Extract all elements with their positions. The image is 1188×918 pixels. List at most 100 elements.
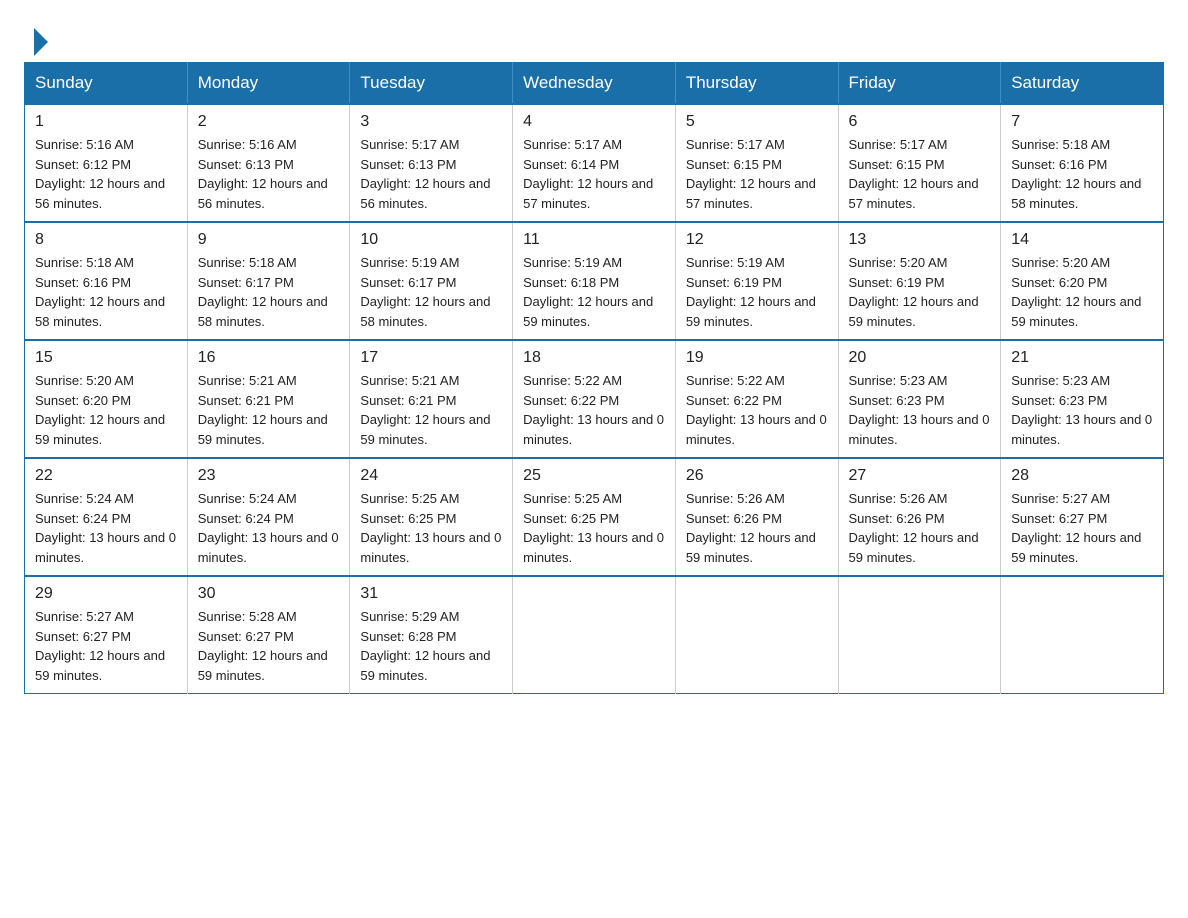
- calendar-cell: 26 Sunrise: 5:26 AM Sunset: 6:26 PM Dayl…: [675, 458, 838, 576]
- calendar-cell: 1 Sunrise: 5:16 AM Sunset: 6:12 PM Dayli…: [25, 104, 188, 222]
- column-header-tuesday: Tuesday: [350, 63, 513, 105]
- week-row-5: 29 Sunrise: 5:27 AM Sunset: 6:27 PM Dayl…: [25, 576, 1164, 694]
- calendar-cell: 21 Sunrise: 5:23 AM Sunset: 6:23 PM Dayl…: [1001, 340, 1164, 458]
- day-number: 31: [360, 585, 502, 603]
- calendar-cell: 20 Sunrise: 5:23 AM Sunset: 6:23 PM Dayl…: [838, 340, 1001, 458]
- calendar-cell: 27 Sunrise: 5:26 AM Sunset: 6:26 PM Dayl…: [838, 458, 1001, 576]
- day-number: 28: [1011, 467, 1153, 485]
- day-info: Sunrise: 5:24 AM Sunset: 6:24 PM Dayligh…: [198, 489, 340, 567]
- week-row-2: 8 Sunrise: 5:18 AM Sunset: 6:16 PM Dayli…: [25, 222, 1164, 340]
- day-info: Sunrise: 5:17 AM Sunset: 6:15 PM Dayligh…: [686, 135, 828, 213]
- calendar-cell: 16 Sunrise: 5:21 AM Sunset: 6:21 PM Dayl…: [187, 340, 350, 458]
- day-info: Sunrise: 5:16 AM Sunset: 6:12 PM Dayligh…: [35, 135, 177, 213]
- day-number: 3: [360, 113, 502, 131]
- calendar-cell: [1001, 576, 1164, 694]
- day-info: Sunrise: 5:29 AM Sunset: 6:28 PM Dayligh…: [360, 607, 502, 685]
- calendar-cell: 23 Sunrise: 5:24 AM Sunset: 6:24 PM Dayl…: [187, 458, 350, 576]
- calendar-cell: 22 Sunrise: 5:24 AM Sunset: 6:24 PM Dayl…: [25, 458, 188, 576]
- calendar-cell: 6 Sunrise: 5:17 AM Sunset: 6:15 PM Dayli…: [838, 104, 1001, 222]
- day-number: 22: [35, 467, 177, 485]
- week-row-1: 1 Sunrise: 5:16 AM Sunset: 6:12 PM Dayli…: [25, 104, 1164, 222]
- column-header-friday: Friday: [838, 63, 1001, 105]
- calendar-table: SundayMondayTuesdayWednesdayThursdayFrid…: [24, 62, 1164, 694]
- day-info: Sunrise: 5:27 AM Sunset: 6:27 PM Dayligh…: [35, 607, 177, 685]
- column-header-thursday: Thursday: [675, 63, 838, 105]
- day-number: 5: [686, 113, 828, 131]
- logo-triangle-icon: [34, 28, 48, 56]
- day-number: 26: [686, 467, 828, 485]
- column-header-sunday: Sunday: [25, 63, 188, 105]
- calendar-header-row: SundayMondayTuesdayWednesdayThursdayFrid…: [25, 63, 1164, 105]
- calendar-cell: 24 Sunrise: 5:25 AM Sunset: 6:25 PM Dayl…: [350, 458, 513, 576]
- page-header: [0, 0, 1188, 62]
- day-number: 27: [849, 467, 991, 485]
- week-row-4: 22 Sunrise: 5:24 AM Sunset: 6:24 PM Dayl…: [25, 458, 1164, 576]
- day-info: Sunrise: 5:18 AM Sunset: 6:17 PM Dayligh…: [198, 253, 340, 331]
- calendar-cell: 2 Sunrise: 5:16 AM Sunset: 6:13 PM Dayli…: [187, 104, 350, 222]
- day-info: Sunrise: 5:28 AM Sunset: 6:27 PM Dayligh…: [198, 607, 340, 685]
- day-info: Sunrise: 5:17 AM Sunset: 6:15 PM Dayligh…: [849, 135, 991, 213]
- day-number: 8: [35, 231, 177, 249]
- calendar-cell: 7 Sunrise: 5:18 AM Sunset: 6:16 PM Dayli…: [1001, 104, 1164, 222]
- logo: [32, 24, 48, 50]
- calendar-cell: 17 Sunrise: 5:21 AM Sunset: 6:21 PM Dayl…: [350, 340, 513, 458]
- column-header-wednesday: Wednesday: [513, 63, 676, 105]
- day-info: Sunrise: 5:19 AM Sunset: 6:19 PM Dayligh…: [686, 253, 828, 331]
- calendar-cell: 3 Sunrise: 5:17 AM Sunset: 6:13 PM Dayli…: [350, 104, 513, 222]
- calendar-cell: 30 Sunrise: 5:28 AM Sunset: 6:27 PM Dayl…: [187, 576, 350, 694]
- day-number: 1: [35, 113, 177, 131]
- day-number: 6: [849, 113, 991, 131]
- day-info: Sunrise: 5:27 AM Sunset: 6:27 PM Dayligh…: [1011, 489, 1153, 567]
- calendar-cell: 4 Sunrise: 5:17 AM Sunset: 6:14 PM Dayli…: [513, 104, 676, 222]
- day-info: Sunrise: 5:17 AM Sunset: 6:14 PM Dayligh…: [523, 135, 665, 213]
- day-number: 10: [360, 231, 502, 249]
- column-header-monday: Monday: [187, 63, 350, 105]
- day-number: 15: [35, 349, 177, 367]
- day-info: Sunrise: 5:25 AM Sunset: 6:25 PM Dayligh…: [360, 489, 502, 567]
- calendar-cell: [675, 576, 838, 694]
- day-number: 2: [198, 113, 340, 131]
- calendar-cell: 28 Sunrise: 5:27 AM Sunset: 6:27 PM Dayl…: [1001, 458, 1164, 576]
- week-row-3: 15 Sunrise: 5:20 AM Sunset: 6:20 PM Dayl…: [25, 340, 1164, 458]
- day-info: Sunrise: 5:19 AM Sunset: 6:18 PM Dayligh…: [523, 253, 665, 331]
- day-info: Sunrise: 5:22 AM Sunset: 6:22 PM Dayligh…: [686, 371, 828, 449]
- day-number: 16: [198, 349, 340, 367]
- day-number: 12: [686, 231, 828, 249]
- calendar-cell: 19 Sunrise: 5:22 AM Sunset: 6:22 PM Dayl…: [675, 340, 838, 458]
- day-info: Sunrise: 5:26 AM Sunset: 6:26 PM Dayligh…: [686, 489, 828, 567]
- day-info: Sunrise: 5:20 AM Sunset: 6:19 PM Dayligh…: [849, 253, 991, 331]
- day-info: Sunrise: 5:18 AM Sunset: 6:16 PM Dayligh…: [35, 253, 177, 331]
- calendar-cell: 14 Sunrise: 5:20 AM Sunset: 6:20 PM Dayl…: [1001, 222, 1164, 340]
- calendar-cell: 18 Sunrise: 5:22 AM Sunset: 6:22 PM Dayl…: [513, 340, 676, 458]
- day-info: Sunrise: 5:20 AM Sunset: 6:20 PM Dayligh…: [35, 371, 177, 449]
- day-number: 4: [523, 113, 665, 131]
- calendar-cell: 12 Sunrise: 5:19 AM Sunset: 6:19 PM Dayl…: [675, 222, 838, 340]
- day-info: Sunrise: 5:25 AM Sunset: 6:25 PM Dayligh…: [523, 489, 665, 567]
- calendar-cell: 11 Sunrise: 5:19 AM Sunset: 6:18 PM Dayl…: [513, 222, 676, 340]
- calendar-cell: [838, 576, 1001, 694]
- day-number: 25: [523, 467, 665, 485]
- day-number: 29: [35, 585, 177, 603]
- day-number: 13: [849, 231, 991, 249]
- day-number: 11: [523, 231, 665, 249]
- day-number: 17: [360, 349, 502, 367]
- day-info: Sunrise: 5:19 AM Sunset: 6:17 PM Dayligh…: [360, 253, 502, 331]
- day-number: 24: [360, 467, 502, 485]
- day-info: Sunrise: 5:17 AM Sunset: 6:13 PM Dayligh…: [360, 135, 502, 213]
- day-number: 19: [686, 349, 828, 367]
- calendar-cell: 10 Sunrise: 5:19 AM Sunset: 6:17 PM Dayl…: [350, 222, 513, 340]
- calendar-wrapper: SundayMondayTuesdayWednesdayThursdayFrid…: [0, 62, 1188, 718]
- day-number: 23: [198, 467, 340, 485]
- column-header-saturday: Saturday: [1001, 63, 1164, 105]
- calendar-cell: 5 Sunrise: 5:17 AM Sunset: 6:15 PM Dayli…: [675, 104, 838, 222]
- calendar-cell: 29 Sunrise: 5:27 AM Sunset: 6:27 PM Dayl…: [25, 576, 188, 694]
- day-number: 14: [1011, 231, 1153, 249]
- calendar-cell: 31 Sunrise: 5:29 AM Sunset: 6:28 PM Dayl…: [350, 576, 513, 694]
- day-info: Sunrise: 5:26 AM Sunset: 6:26 PM Dayligh…: [849, 489, 991, 567]
- day-info: Sunrise: 5:21 AM Sunset: 6:21 PM Dayligh…: [360, 371, 502, 449]
- calendar-cell: 25 Sunrise: 5:25 AM Sunset: 6:25 PM Dayl…: [513, 458, 676, 576]
- day-info: Sunrise: 5:20 AM Sunset: 6:20 PM Dayligh…: [1011, 253, 1153, 331]
- day-info: Sunrise: 5:24 AM Sunset: 6:24 PM Dayligh…: [35, 489, 177, 567]
- day-number: 9: [198, 231, 340, 249]
- calendar-cell: 9 Sunrise: 5:18 AM Sunset: 6:17 PM Dayli…: [187, 222, 350, 340]
